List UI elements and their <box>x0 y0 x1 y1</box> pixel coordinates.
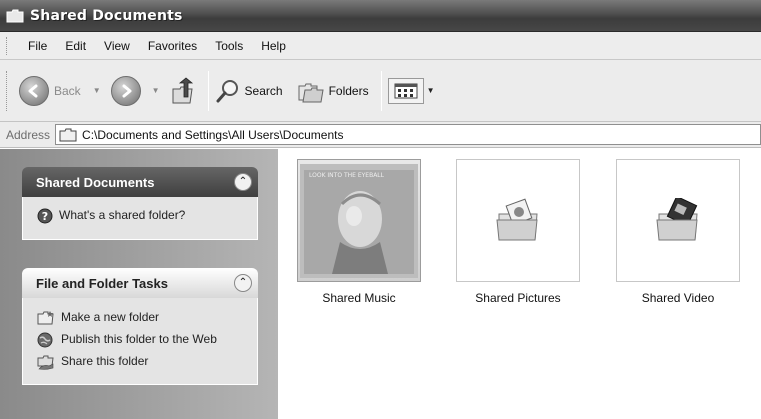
task-make-new-folder[interactable]: Make a new folder <box>37 310 249 326</box>
back-arrow-icon <box>19 75 49 106</box>
title-bar: Shared Documents <box>0 0 761 32</box>
address-bar: Address C:\Documents and Settings\All Us… <box>0 122 761 148</box>
address-label: Address <box>6 127 51 142</box>
video-folder-icon <box>616 159 740 282</box>
search-label: Search <box>244 83 283 98</box>
panel-title: File and Folder Tasks <box>36 275 168 291</box>
share-folder-icon <box>37 355 54 370</box>
item-shared-pictures[interactable]: Shared Pictures <box>456 159 580 305</box>
menu-file[interactable]: File <box>19 39 56 53</box>
new-folder-icon <box>37 311 54 325</box>
forward-dropdown-icon[interactable]: ▼ <box>152 86 160 95</box>
views-button[interactable]: ▼ <box>387 77 445 104</box>
back-dropdown-icon[interactable]: ▼ <box>93 86 101 95</box>
globe-icon <box>37 332 53 348</box>
forward-arrow-icon <box>110 75 141 106</box>
views-icon <box>387 77 424 104</box>
search-icon <box>216 79 238 102</box>
folders-label: Folders <box>328 83 369 98</box>
item-label: Shared Music <box>322 291 396 305</box>
toolbar-separator-2 <box>380 70 382 111</box>
back-button[interactable]: Back <box>19 75 87 106</box>
svg-text:?: ? <box>42 210 48 223</box>
back-label: Back <box>54 83 81 98</box>
search-button[interactable]: Search <box>215 78 283 104</box>
panel-title: Shared Documents <box>36 174 155 190</box>
item-label: Shared Pictures <box>475 291 561 305</box>
album-cover-folder-icon: LOOK INTO THE EYEBALL <box>297 159 421 282</box>
views-dropdown-icon[interactable]: ▼ <box>427 86 435 95</box>
file-folder-tasks-panel: File and Folder Tasks ⌃ Make a new folde… <box>22 268 258 385</box>
menu-bar: File Edit View Favorites Tools Help <box>0 32 761 60</box>
menu-help[interactable]: Help <box>252 39 295 53</box>
folders-icon <box>298 83 324 102</box>
window-title: Shared Documents <box>30 7 183 24</box>
forward-button[interactable] <box>110 75 146 106</box>
up-folder-icon <box>172 76 193 103</box>
task-label: Make a new folder <box>61 310 160 324</box>
folder-icon <box>59 128 77 141</box>
task-share-folder[interactable]: Share this folder <box>37 354 249 370</box>
menu-tools[interactable]: Tools <box>206 39 252 53</box>
shared-documents-panel-header[interactable]: Shared Documents ⌃ <box>22 167 258 197</box>
folders-button[interactable]: Folders <box>297 78 369 104</box>
address-path: C:\Documents and Settings\All Users\Docu… <box>82 127 344 142</box>
task-label: Publish this folder to the Web <box>61 332 217 346</box>
svg-text:LOOK INTO THE EYEBALL: LOOK INTO THE EYEBALL <box>309 172 385 179</box>
task-label: What's a shared folder? <box>59 208 186 222</box>
file-folder-tasks-panel-body: Make a new folder Publish this folder to… <box>22 298 258 385</box>
menu-grip <box>6 36 9 55</box>
item-label: Shared Video <box>641 291 715 305</box>
menu-edit[interactable]: Edit <box>56 39 95 53</box>
item-shared-video[interactable]: Shared Video <box>616 159 740 305</box>
shared-documents-panel-body: ? What's a shared folder? <box>22 197 258 240</box>
folder-content: LOOK INTO THE EYEBALL Shared Music Share… <box>278 149 761 419</box>
shared-documents-panel: Shared Documents ⌃ ? What's a shared fol… <box>22 167 258 240</box>
pictures-folder-icon <box>456 159 580 282</box>
folder-icon <box>6 9 24 22</box>
task-publish-to-web[interactable]: Publish this folder to the Web <box>37 332 249 348</box>
menu-view[interactable]: View <box>95 39 139 53</box>
task-label: Share this folder <box>61 354 149 368</box>
toolbar-grip <box>6 70 9 111</box>
task-whats-shared-folder[interactable]: ? What's a shared folder? <box>37 208 249 224</box>
task-pane: Shared Documents ⌃ ? What's a shared fol… <box>0 149 278 419</box>
address-field[interactable]: C:\Documents and Settings\All Users\Docu… <box>55 124 761 145</box>
collapse-chevron-icon[interactable]: ⌃ <box>234 274 252 292</box>
toolbar: Back ▼ ▼ Search Folders ▼ <box>0 60 761 122</box>
collapse-chevron-icon[interactable]: ⌃ <box>234 173 252 191</box>
toolbar-separator <box>207 70 209 111</box>
file-folder-tasks-panel-header[interactable]: File and Folder Tasks ⌃ <box>22 268 258 298</box>
help-icon: ? <box>37 208 53 224</box>
item-shared-music[interactable]: LOOK INTO THE EYEBALL Shared Music <box>297 159 421 305</box>
menu-favorites[interactable]: Favorites <box>139 39 206 53</box>
up-folder-button[interactable] <box>170 76 196 105</box>
